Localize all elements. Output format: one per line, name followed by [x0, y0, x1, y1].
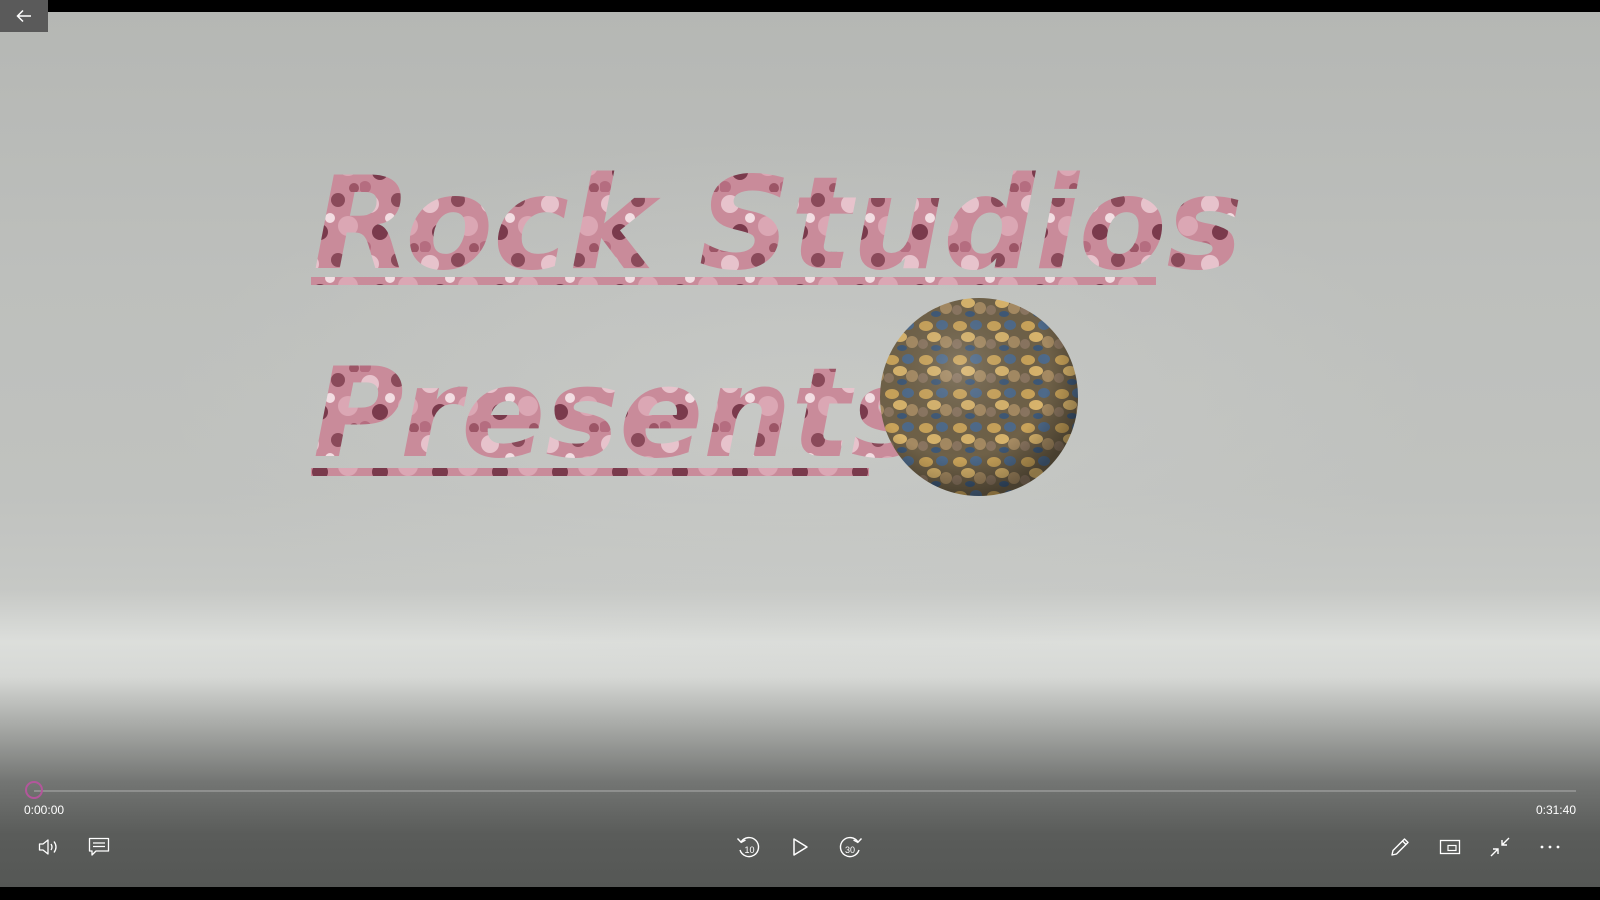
more-options-icon	[1540, 845, 1560, 849]
title-line-2: Presents	[313, 342, 925, 486]
mini-view-icon	[1439, 839, 1461, 855]
skip-back-button[interactable]: 10	[729, 829, 769, 865]
play-icon	[793, 838, 808, 856]
seek-bar[interactable]	[25, 781, 1576, 799]
mini-view-button[interactable]	[1430, 829, 1470, 865]
skip-forward-button[interactable]: 30	[830, 829, 870, 865]
subtitles-icon	[88, 837, 110, 856]
bottom-bar	[0, 887, 1600, 900]
exit-fullscreen-icon	[1490, 837, 1510, 857]
arrow-left-icon	[16, 9, 31, 23]
subtitles-button[interactable]	[79, 829, 119, 865]
title-underline-2	[311, 468, 869, 476]
edit-pen-icon	[1391, 838, 1409, 856]
pebble-sphere-logo	[880, 298, 1078, 496]
skip-forward-30-icon: 30	[839, 836, 863, 858]
exit-fullscreen-button[interactable]	[1480, 829, 1520, 865]
volume-icon	[38, 839, 57, 855]
current-time: 0:00:00	[24, 803, 65, 817]
title-underline-1	[311, 277, 1156, 285]
video-frame[interactable]: Rock Studios Presents	[0, 12, 1600, 887]
play-button[interactable]	[780, 829, 820, 865]
volume-button[interactable]	[29, 829, 69, 865]
title-card: Rock Studios Presents	[311, 150, 1243, 496]
more-options-button[interactable]	[1530, 829, 1570, 865]
seek-thumb[interactable]	[25, 781, 43, 799]
edit-button[interactable]	[1380, 829, 1420, 865]
svg-text:10: 10	[745, 845, 755, 855]
back-button[interactable]	[0, 0, 48, 32]
title-line-1: Rock Studios	[313, 150, 1243, 299]
skip-back-10-icon: 10	[736, 836, 760, 858]
total-duration: 0:31:40	[1535, 803, 1576, 817]
svg-text:30: 30	[845, 845, 855, 855]
top-bar	[0, 0, 1600, 12]
